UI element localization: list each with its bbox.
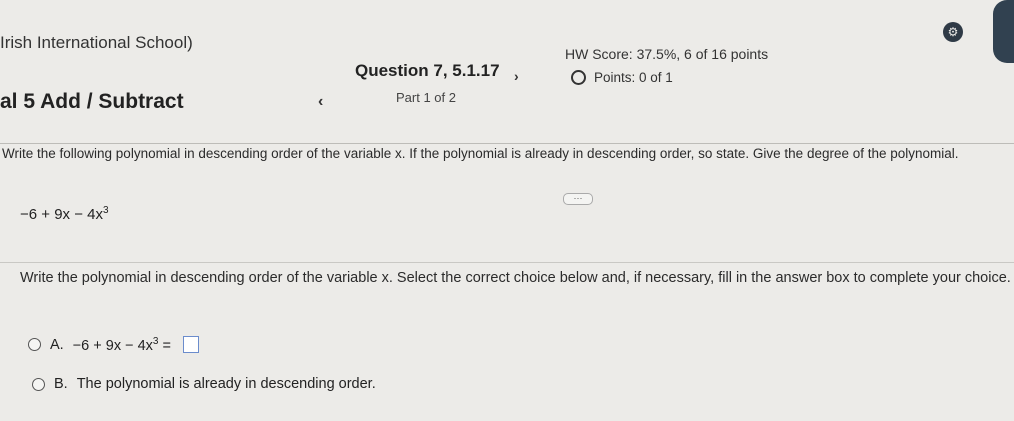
option-b-letter: B. [54,376,68,392]
school-name: Irish International School) [0,33,193,52]
expression-text: −6 + 9x − 4x [20,206,103,223]
points-status: Points: 0 of 1 [571,70,673,85]
problem-prompt: Write the following polynomial in descen… [2,146,959,161]
previous-question-button[interactable]: ‹ [318,93,323,111]
divider [0,262,1014,263]
gear-icon[interactable]: ⚙ [943,22,963,42]
expression-exponent: 3 [102,205,109,216]
more-button[interactable]: ··· [563,193,593,205]
option-a[interactable]: A. −6 + 9x − 4x3 = [28,336,199,354]
question-number: Question 7, 5.1.17 [355,61,500,80]
option-b-text: The polynomial is already in descending … [76,376,376,392]
option-b-radio[interactable] [32,377,45,391]
option-a-radio[interactable] [28,338,41,352]
chevron-right-icon: › [514,68,519,84]
option-a-expression: −6 + 9x − 4x3 = [73,336,171,354]
answer-instruction: Write the polynomial in descending order… [20,270,1011,286]
chevron-left-icon: ‹ [318,93,324,110]
chapter-title: al 5 Add / Subtract [0,90,184,113]
question-part: Part 1 of 2 [396,90,456,105]
hw-score: HW Score: 37.5%, 6 of 16 points [565,46,769,62]
points-label: Points: 0 of 1 [594,70,673,85]
corner-tab [993,0,1014,63]
option-a-equals: = [158,337,171,354]
option-a-letter: A. [50,336,64,353]
polynomial-expression: −6 + 9x − 4x3 [20,205,109,223]
option-a-expr-text: −6 + 9x − 4x [72,337,153,354]
answer-input-box[interactable] [182,336,199,354]
circle-icon [571,70,586,85]
next-question-button[interactable]: › [514,68,519,84]
option-b[interactable]: B. The polynomial is already in descendi… [32,376,376,392]
divider [0,143,1014,144]
